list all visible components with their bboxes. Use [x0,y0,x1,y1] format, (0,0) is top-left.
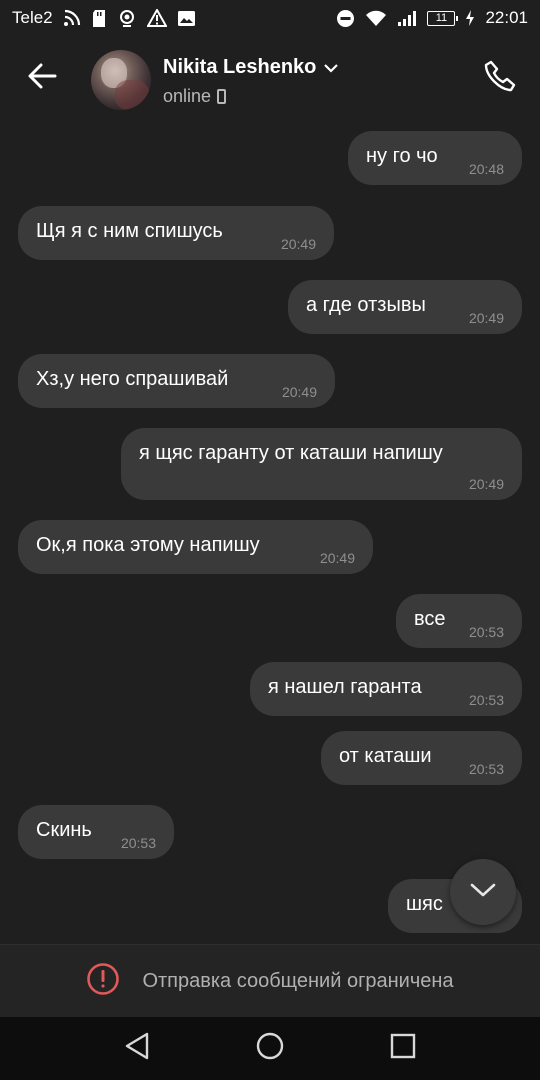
clock: 22:01 [485,8,528,27]
message-time: 20:53 [468,761,504,777]
contact-status: online [163,86,227,107]
sd-card-icon [91,9,107,28]
signal-icon [397,9,417,27]
triangle-back-icon [123,1031,151,1066]
message-text: Щя я с ним спишусь [36,220,223,242]
mobile-device-icon [217,89,227,104]
message-bubble-incoming[interactable]: Щя я с ним спишусь 20:49 [18,206,334,260]
do-not-disturb-icon [336,9,355,28]
chevron-down-icon [324,56,339,79]
message-time: 20:53 [120,835,156,851]
message-time: 20:49 [319,550,355,566]
message-time: 20:49 [468,476,504,492]
nav-recents-button[interactable] [383,1029,423,1069]
message-bubble-outgoing[interactable]: все 20:53 [396,594,522,648]
system-nav-bar [0,1017,540,1080]
arrow-left-icon [27,63,57,94]
message-text: я щяс гаранту от каташи напишу [139,442,443,464]
message-bubble-outgoing[interactable]: я щяс гаранту от каташи напишу 20:49 [121,428,522,500]
message-text: я нашел гаранта [268,676,422,698]
message-bubble-outgoing[interactable]: я нашел гаранта 20:53 [250,662,522,716]
chevron-down-icon [470,882,496,903]
message-text: ну го чо [366,145,438,167]
message-text: Хз,у него спрашивай [36,368,229,390]
battery-level: 11 [435,12,448,24]
battery-icon: 11 [427,10,459,26]
message-text: шяс [406,893,443,915]
message-time: 20:49 [468,310,504,326]
message-time: 20:49 [281,384,317,400]
restriction-text: Отправка сообщений ограничена [142,969,454,992]
message-bubble-outgoing[interactable]: а где отзывы 20:49 [288,280,522,334]
carrier-label: Tele2 [12,8,53,27]
status-text: online [163,86,212,106]
chat-header: Nikita Leshenko online [0,36,540,124]
nav-home-button[interactable] [250,1029,290,1069]
message-bubble-outgoing[interactable]: от каташи 20:53 [321,731,522,785]
circle-home-icon [255,1031,285,1066]
message-bubble-incoming[interactable]: Ок,я пока этому напишу 20:49 [18,520,373,574]
message-text: от каташи [339,745,432,767]
avatar[interactable] [91,50,151,110]
call-button[interactable] [480,58,520,98]
image-icon [177,10,196,27]
message-text: а где отзывы [306,294,426,316]
charging-icon [465,9,475,27]
alert-circle-icon [86,962,120,1001]
square-recents-icon [389,1032,417,1065]
message-time: 20:53 [468,624,504,640]
phone-icon [483,59,517,98]
status-bar: Tele2 11 22:01 [0,0,540,36]
message-text: Скинь [36,819,92,841]
contact-name-button[interactable]: Nikita Leshenko [163,56,339,79]
message-time: 20:49 [280,236,316,252]
message-bubble-incoming[interactable]: Хз,у него спрашивай 20:49 [18,354,335,408]
message-time: 20:53 [468,692,504,708]
messaging-restricted-banner: Отправка сообщений ограничена [0,944,540,1017]
message-bubble-outgoing[interactable]: ну го чо 20:48 [348,131,522,185]
warning-icon [146,9,167,27]
message-list[interactable]: ну го чо 20:48 Щя я с ним спишусь 20:49 … [0,124,540,944]
rss-icon [63,9,81,27]
message-time: 20:48 [468,161,504,177]
scroll-to-bottom-button[interactable] [450,859,516,925]
contact-name: Nikita Leshenko [163,56,317,78]
message-bubble-incoming[interactable]: Скинь 20:53 [18,805,174,859]
wifi-icon [365,10,387,27]
message-text: Ок,я пока этому напишу [36,534,260,556]
hotspot-icon [117,8,137,28]
back-button[interactable] [24,60,60,96]
message-text: все [414,608,446,630]
nav-back-button[interactable] [117,1029,157,1069]
